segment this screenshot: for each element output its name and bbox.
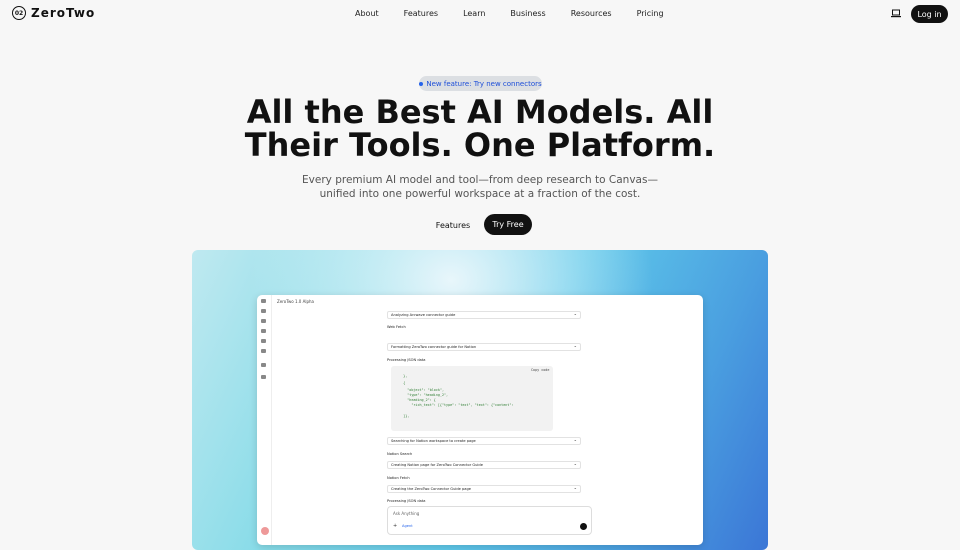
login-button[interactable]: Log in	[911, 5, 948, 23]
copy-code-label[interactable]: Copy code	[531, 368, 549, 372]
folder-icon	[261, 329, 266, 333]
menu-icon	[261, 299, 266, 303]
nav-item-learn[interactable]: Learn	[463, 9, 485, 18]
send-icon[interactable]	[580, 523, 587, 530]
hero-subtitle: Every premium AI model and tool—from dee…	[302, 174, 658, 200]
avatar[interactable]	[261, 527, 269, 535]
app-preview: ZeroTwo 1.0 Alpha Analyzing Arcwave conn…	[257, 295, 703, 545]
hero-showcase: ZeroTwo 1.0 Alpha Analyzing Arcwave conn…	[192, 250, 768, 550]
step-label: Web Fetch	[387, 325, 406, 329]
announcement-text: New feature: Try new connectors	[426, 79, 542, 88]
main-menu: About Features Learn Business Resources …	[355, 9, 689, 18]
logo-mark: 02	[12, 6, 26, 20]
top-nav: 02 ZeroTwo About Features Learn Business…	[0, 0, 960, 28]
nav-item-features[interactable]: Features	[404, 9, 438, 18]
search-icon	[261, 309, 266, 313]
app-title: ZeroTwo 1.0 Alpha	[277, 299, 314, 304]
nav-item-resources[interactable]: Resources	[571, 9, 612, 18]
nav-item-about[interactable]: About	[355, 9, 379, 18]
step-bar[interactable]: Creating the ZeroTwo Connector Guide pag…	[387, 485, 581, 493]
step-bar[interactable]: Analyzing Arcwave connector guide	[387, 311, 581, 319]
step-label: Processing JSON data	[387, 358, 426, 362]
step-label: Notion Fetch	[387, 476, 410, 480]
code-icon	[261, 363, 266, 367]
code-block: Copy code }, { "object": "block", "type"…	[391, 366, 553, 431]
agent-toggle[interactable]: Agent	[402, 524, 413, 528]
nav-item-business[interactable]: Business	[510, 9, 545, 18]
plus-icon[interactable]: +	[393, 523, 397, 529]
edit-icon	[261, 319, 266, 323]
brand-logo[interactable]: 02 ZeroTwo	[12, 6, 95, 20]
step-bar[interactable]: Formatting ZeroTwo connector guide for N…	[387, 343, 581, 351]
doc-icon	[261, 375, 266, 379]
step-label: Processing JSON data	[387, 499, 426, 503]
step-label: Notion Search	[387, 452, 413, 456]
chat-input[interactable]: Ask Anything + Agent	[387, 506, 592, 535]
sparkle-icon	[419, 81, 424, 86]
step-bar[interactable]: Creating Notion page for ZeroTwo Connect…	[387, 461, 581, 469]
laptop-icon[interactable]	[891, 9, 901, 18]
chat-placeholder: Ask Anything	[393, 511, 420, 516]
try-free-button[interactable]: Try Free	[484, 214, 532, 235]
features-button[interactable]: Features	[432, 216, 474, 234]
brand-name: ZeroTwo	[31, 6, 96, 20]
nav-item-pricing[interactable]: Pricing	[637, 9, 664, 18]
image-icon	[261, 339, 266, 343]
grid-icon	[261, 349, 266, 353]
announcement-pill[interactable]: New feature: Try new connectors	[419, 76, 542, 91]
app-sidebar	[257, 295, 272, 545]
step-bar[interactable]: Searching for Notion workspace to create…	[387, 437, 581, 445]
hero-title: All the Best AI Models. All Their Tools.…	[244, 93, 716, 164]
